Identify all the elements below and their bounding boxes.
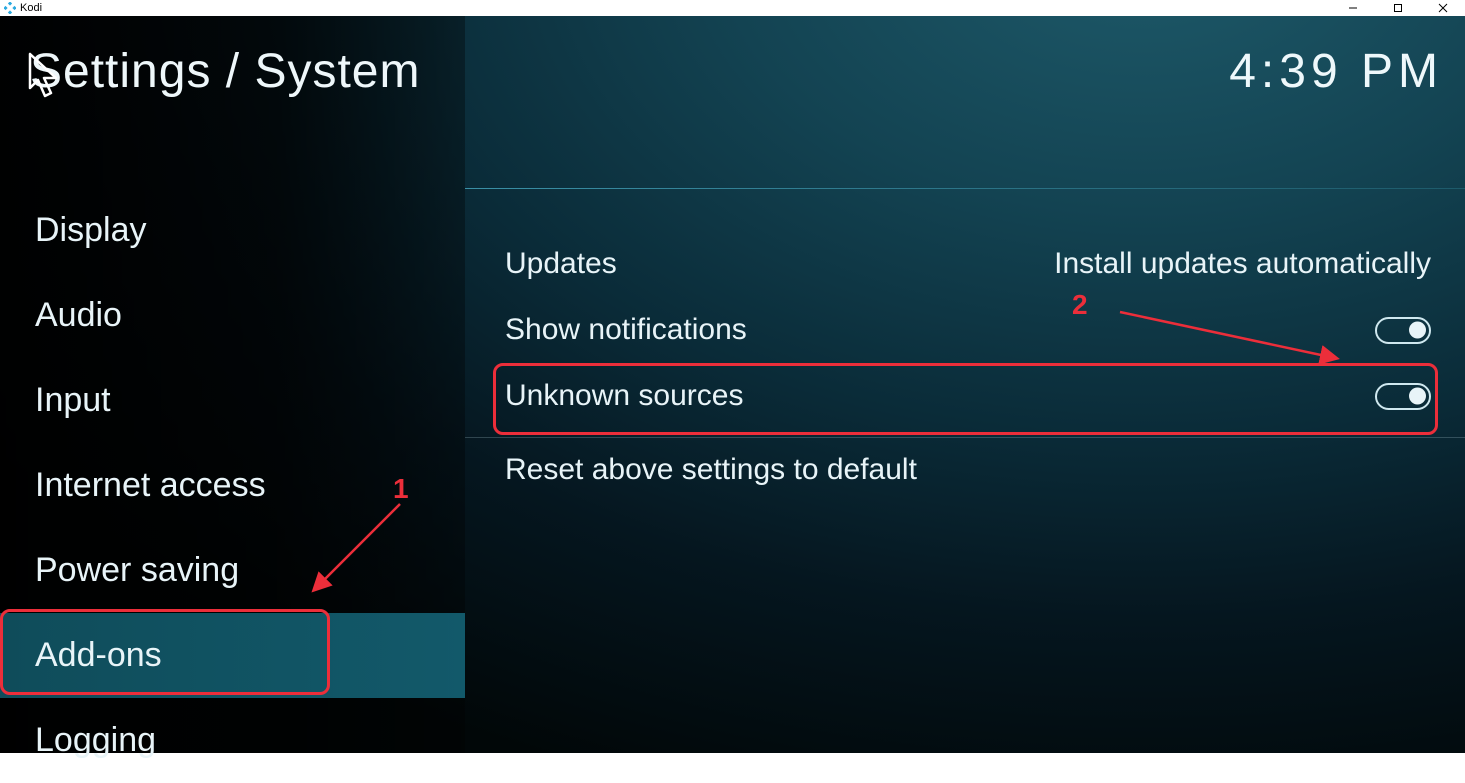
setting-label: Updates [505,247,617,281]
sidebar-item-add-ons[interactable]: Add-ons [0,613,465,698]
settings-panel: Updates Install updates automatically Sh… [465,231,1465,503]
sidebar-item-label: Add-ons [35,636,162,675]
toggle-show-notifications[interactable] [1375,317,1431,344]
sidebar-item-audio[interactable]: Audio [0,273,465,358]
sidebar-item-input[interactable]: Input [0,358,465,443]
sidebar-item-label: Internet access [35,466,266,505]
setting-row-show-notifications[interactable]: Show notifications [465,297,1465,363]
sidebar-item-label: Display [35,211,146,250]
minimize-button[interactable] [1330,0,1375,16]
sidebar-item-display[interactable]: Display [0,188,465,273]
maximize-button[interactable] [1375,0,1420,16]
header-divider [465,188,1465,189]
sidebar-item-label: Power saving [35,551,239,590]
settings-divider [465,437,1465,438]
clock: 4:39 PM [1229,44,1443,99]
window-system-buttons [1330,0,1465,16]
sidebar-item-internet-access[interactable]: Internet access [0,443,465,528]
window-title: Kodi [20,2,42,14]
sidebar-item-label: Logging [35,721,156,760]
close-button[interactable] [1420,0,1465,16]
sidebar-item-label: Audio [35,296,122,335]
app-icon [4,2,16,14]
toggle-unknown-sources[interactable] [1375,383,1431,410]
toggle-knob [1409,322,1426,339]
window-titlebar: Kodi [0,0,1465,16]
setting-value: Install updates automatically [1054,247,1431,281]
setting-label: Reset above settings to default [505,453,917,487]
setting-row-unknown-sources[interactable]: Unknown sources [465,363,1465,429]
setting-row-reset-defaults[interactable]: Reset above settings to default [465,437,1465,503]
sidebar-item-power-saving[interactable]: Power saving [0,528,465,613]
sidebar-item-label: Input [35,381,111,420]
setting-label: Unknown sources [505,379,743,413]
toggle-knob [1409,388,1426,405]
app-body: Settings / System 4:39 PM Display Audio … [0,16,1465,753]
setting-label: Show notifications [505,313,747,347]
setting-row-updates[interactable]: Updates Install updates automatically [465,231,1465,297]
breadcrumb: Settings / System [30,44,420,99]
sidebar-item-logging[interactable]: Logging [0,698,465,783]
settings-category-sidebar: Display Audio Input Internet access Powe… [0,188,465,783]
